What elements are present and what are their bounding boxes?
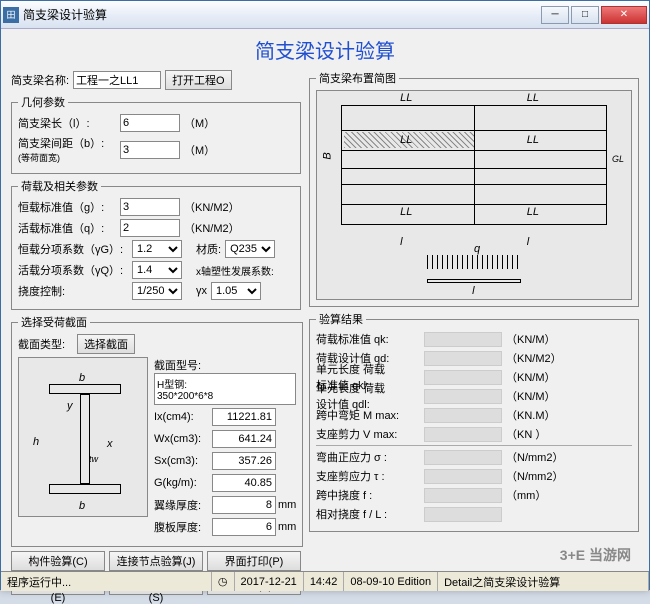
dead-factor-select[interactable]: 1.2 <box>132 240 182 258</box>
result-tau <box>424 469 502 484</box>
live-load-input[interactable] <box>120 219 180 237</box>
verify-joint-button[interactable]: 连接节点验算(J) <box>109 551 203 571</box>
material-select[interactable]: Q235 <box>225 240 275 258</box>
statusbar: 程序运行中... ◷ 2017-12-21 14:42 08-09-10 Edi… <box>1 571 649 591</box>
main-window: 田 简支梁设计验算 ─ □ ✕ 简支梁设计验算 简支梁名称: 打开工程O 几何参… <box>0 0 650 590</box>
close-button[interactable]: ✕ <box>601 6 647 24</box>
web-value <box>212 518 276 536</box>
verify-member-button[interactable]: 构件验算(C) <box>11 551 105 571</box>
select-section-button[interactable]: 选择截面 <box>77 334 135 354</box>
g-value <box>212 474 276 492</box>
layout-diagram-group: 简支梁布置简图 LL LL LL <box>309 70 639 307</box>
maximize-button[interactable]: □ <box>571 6 599 24</box>
page-title: 简支梁设计验算 <box>11 35 639 64</box>
status-edition: 08-09-10 Edition <box>344 572 438 591</box>
beam-layout-diagram: LL LL LL LL LL LL B GL l l q <box>316 90 632 300</box>
titlebar: 田 简支梁设计验算 ─ □ ✕ <box>1 1 649 29</box>
status-message: 程序运行中... <box>1 572 212 591</box>
result-qdl <box>424 389 502 404</box>
result-f <box>424 488 502 503</box>
gamma-x-select[interactable]: 1.05 <box>211 282 261 300</box>
app-icon: 田 <box>3 7 19 23</box>
ix-value <box>212 408 276 426</box>
open-project-button[interactable]: 打开工程O <box>165 70 232 90</box>
deflection-select[interactable]: 1/250 <box>132 282 182 300</box>
span-input[interactable] <box>120 114 180 132</box>
clock-icon: ◷ <box>212 572 235 591</box>
section-group: 选择受荷截面 截面类型: 选择截面 <box>11 314 303 547</box>
beam-name-label: 简支梁名称: <box>11 72 69 88</box>
sx-value <box>212 452 276 470</box>
status-module: Detail之简支梁设计验算 <box>438 572 649 591</box>
result-qkl <box>424 370 502 385</box>
flange-value <box>212 496 276 514</box>
result-qk <box>424 332 502 347</box>
result-fl <box>424 507 502 522</box>
dead-load-input[interactable] <box>120 198 180 216</box>
window-title: 简支梁设计验算 <box>23 6 541 23</box>
minimize-button[interactable]: ─ <box>541 6 569 24</box>
beam-name-input[interactable] <box>73 71 161 89</box>
watermark: 3+E 当游网 <box>560 545 631 565</box>
result-qd <box>424 351 502 366</box>
print-button[interactable]: 界面打印(P) <box>207 551 301 571</box>
loads-group: 荷载及相关参数 恒载标准值（g）: （KN/M2） 活载标准值（q）: （KN/… <box>11 178 301 310</box>
wx-value <box>212 430 276 448</box>
status-time: 14:42 <box>304 572 345 591</box>
section-model-value: H型钢: 350*200*6*8 <box>154 373 296 405</box>
result-vmax <box>424 427 502 442</box>
spacing-input[interactable] <box>120 141 180 159</box>
live-factor-select[interactable]: 1.4 <box>132 261 182 279</box>
section-diagram: b y h x tw b <box>18 357 148 517</box>
results-group: 验算结果 荷载标准值 qk:（KN/M） 荷载设计值 qd:（KN/M2） 单元… <box>309 311 639 532</box>
status-date: 2017-12-21 <box>235 572 304 591</box>
result-mmax <box>424 408 502 423</box>
result-sigma <box>424 450 502 465</box>
geometry-group: 几何参数 简支梁长（l）: （M） 简支梁间距（b）: (等荷面宽) （M） <box>11 94 301 174</box>
